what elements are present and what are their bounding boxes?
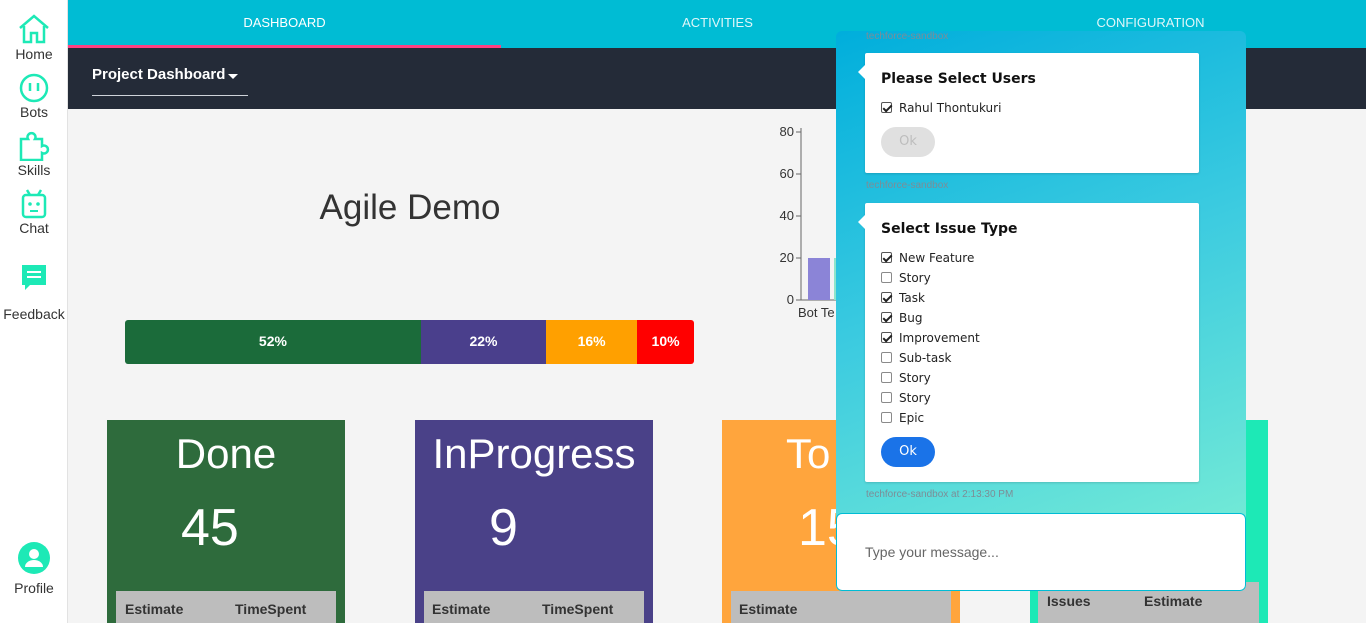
project-select[interactable]: Project Dashboard xyxy=(92,66,248,96)
column-header: Estimate xyxy=(432,601,491,617)
option-label: Rahul Thontukuri xyxy=(899,101,1002,115)
issue-type-option[interactable]: Improvement xyxy=(881,331,980,345)
issue-type-option[interactable]: Task xyxy=(881,291,925,305)
issue-type-option[interactable]: Story xyxy=(881,391,931,405)
option-label: New Feature xyxy=(899,251,975,265)
y-tick-label: 80 xyxy=(780,124,794,139)
sidebar-label-bots: Bots xyxy=(19,104,48,120)
column-header: TimeSpent xyxy=(235,601,307,617)
card-heading: Select Issue Type xyxy=(881,221,1018,237)
card-table-header: Estimate TimeSpent xyxy=(424,591,644,623)
y-tick-label: 40 xyxy=(780,208,794,223)
progress-segment-inprogress: 22% xyxy=(420,320,547,364)
chat-input-area xyxy=(836,513,1246,591)
option-label: Story xyxy=(899,271,931,285)
progress-segment-other: 10% xyxy=(637,320,694,364)
y-tick-label: 0 xyxy=(787,292,794,307)
bot-icon xyxy=(19,73,49,103)
issue-type-option[interactable]: Sub-task xyxy=(881,351,951,365)
option-label: Improvement xyxy=(899,331,980,345)
chevron-down-icon xyxy=(228,74,238,79)
option-label: Epic xyxy=(899,411,925,425)
sidebar-label-profile: Profile xyxy=(14,580,54,596)
chart-bar xyxy=(808,258,830,300)
column-header: Estimate xyxy=(125,601,184,617)
column-header: TimeSpent xyxy=(542,601,614,617)
x-tick-label: Bot Te xyxy=(798,305,835,320)
option-label: Story xyxy=(899,371,931,385)
user-option[interactable]: Rahul Thontukuri xyxy=(881,101,1001,115)
sidebar-item-profile[interactable]: Profile xyxy=(0,541,68,596)
checkbox[interactable] xyxy=(881,372,892,383)
sidebar-item-feedback[interactable]: Feedback xyxy=(0,262,68,322)
card-table-header: Estimate xyxy=(731,591,951,623)
status-card-done: Done 45 Estimate TimeSpent xyxy=(107,420,345,623)
y-tick-label: 20 xyxy=(780,250,794,265)
issue-type-option[interactable]: Story xyxy=(881,271,931,285)
sidebar-label-chat: Chat xyxy=(19,220,49,236)
sidebar-item-bots[interactable]: Bots xyxy=(0,73,68,120)
home-icon xyxy=(19,14,49,44)
card-heading: Please Select Users xyxy=(881,71,1036,87)
checkbox[interactable] xyxy=(881,352,892,363)
card-title: InProgress xyxy=(432,430,636,477)
sidebar-item-skills[interactable]: Skills xyxy=(0,131,68,178)
message-meta: techforce-sandbox xyxy=(866,180,949,191)
checkbox[interactable] xyxy=(881,292,892,303)
sidebar: Home Bots Skills Chat Feedback Profile xyxy=(0,0,68,623)
message-input[interactable] xyxy=(865,542,1225,562)
checkbox[interactable] xyxy=(881,312,892,323)
option-label: Bug xyxy=(899,311,923,325)
sidebar-label-skills: Skills xyxy=(17,162,51,178)
y-tick-label: 60 xyxy=(780,166,794,181)
column-header: Estimate xyxy=(1144,593,1203,609)
sidebar-item-chat[interactable]: Chat xyxy=(0,189,68,236)
issue-type-option[interactable]: Epic xyxy=(881,411,924,425)
checkbox[interactable] xyxy=(881,272,892,283)
card-title: Done xyxy=(175,430,277,477)
option-label: Sub-task xyxy=(899,351,952,365)
sidebar-label-feedback: Feedback xyxy=(3,306,65,322)
issue-type-option[interactable]: New Feature xyxy=(881,251,974,265)
project-select-value: Project Dashboard xyxy=(92,66,226,83)
puzzle-icon xyxy=(19,131,50,161)
card-table-header: Estimate TimeSpent xyxy=(116,591,336,623)
checkbox[interactable] xyxy=(881,332,892,343)
tab-dashboard[interactable]: DASHBOARD xyxy=(68,0,501,48)
ok-button[interactable]: Ok xyxy=(881,437,935,467)
checkbox[interactable] xyxy=(881,392,892,403)
chat-window: techforce-sandbox Please Select Users Ra… xyxy=(836,31,1246,591)
card-count: 45 xyxy=(181,499,239,557)
select-users-card: Please Select Users Rahul Thontukuri Ok xyxy=(858,53,1199,173)
status-card-inprogress: InProgress 9 Estimate TimeSpent xyxy=(415,420,653,623)
app-root: Home Bots Skills Chat Feedback Profile D… xyxy=(0,0,1366,623)
checkbox[interactable] xyxy=(881,252,892,263)
option-label: Story xyxy=(899,391,931,405)
option-label: Task xyxy=(899,291,925,305)
issue-type-option[interactable]: Story xyxy=(881,371,931,385)
progress-segment-todo: 16% xyxy=(546,320,638,364)
message-meta: techforce-sandbox at 2:13:30 PM xyxy=(866,489,1014,500)
status-progress-bar: 52% 22% 16% 10% xyxy=(125,320,694,364)
select-issue-type-card: Select Issue Type New Feature Story Task Bu… xyxy=(858,203,1199,482)
checkbox[interactable] xyxy=(881,102,892,113)
column-header: Issues xyxy=(1047,593,1091,609)
card-count: 9 xyxy=(489,499,518,557)
sidebar-label-home: Home xyxy=(15,46,53,62)
page-title: Agile Demo xyxy=(319,188,501,227)
sidebar-item-home[interactable]: Home xyxy=(0,13,68,62)
progress-segment-done: 52% xyxy=(125,320,421,364)
column-header: Estimate xyxy=(739,601,798,617)
profile-icon xyxy=(18,542,50,574)
checkbox[interactable] xyxy=(881,412,892,423)
message-meta: techforce-sandbox xyxy=(866,31,949,42)
issue-type-option[interactable]: Bug xyxy=(881,311,922,325)
robot-icon xyxy=(21,189,47,219)
feedback-icon xyxy=(22,265,46,290)
ok-button-disabled[interactable]: Ok xyxy=(881,127,935,157)
